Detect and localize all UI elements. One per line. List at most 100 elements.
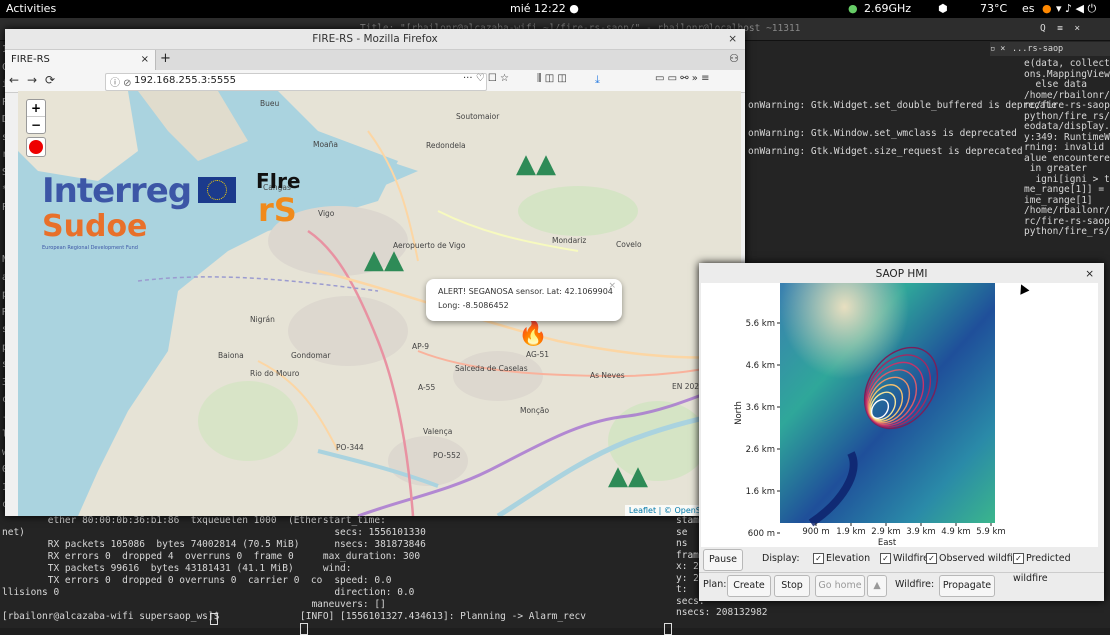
terminal-line: RX packets 105086 bytes 74002814 (70.5 M… — [2, 539, 300, 550]
pause-button[interactable]: Pause — [703, 549, 743, 571]
propagate-button[interactable]: Propagate — [939, 575, 995, 597]
checkbox-predicted-wildfire[interactable]: ✓ Predicted wildfire — [1013, 549, 1104, 589]
place-label: EN 202 — [672, 382, 700, 391]
terminal-cursor — [300, 623, 308, 635]
tree-marker-icon[interactable]: ▲▲ — [364, 245, 404, 275]
profile-icon[interactable]: ⚇ — [729, 52, 739, 65]
terminal-line: direction: 0.0 — [300, 587, 415, 598]
terminal-line: se — [676, 526, 688, 538]
plan-label: Plan: — [703, 579, 727, 590]
checkbox-icon[interactable]: ✓ — [1013, 553, 1024, 564]
close-icon[interactable]: × — [1085, 263, 1094, 285]
place-label: PO-552 — [433, 451, 461, 460]
alert-text-1: ALERT! SEGANOSA sensor. Lat: 42.1069904 — [438, 287, 613, 296]
place-label: Salceda de Caselas — [455, 364, 528, 373]
go-home-arrow-icon[interactable]: ▲ — [867, 575, 887, 597]
leaflet-link[interactable]: Leaflet — [629, 506, 656, 515]
checkbox-observed-wildfire[interactable]: ✓ Observed wildfire — [926, 549, 1022, 569]
clock[interactable]: mié 12:22 ● — [510, 2, 579, 15]
terminal-line: RX errors 0 dropped 4 overruns 0 frame 0 — [2, 551, 294, 562]
tab-fire-rs[interactable]: FIRE-RS × — [5, 50, 156, 70]
place-label: Vigo — [318, 209, 335, 218]
x-axis-label: East — [878, 538, 897, 547]
checkbox-icon[interactable]: ✓ — [813, 553, 824, 564]
fire-marker-icon[interactable]: 🔥 — [518, 319, 548, 347]
x-tick-label: 2.9 km — [871, 527, 900, 537]
place-label: Rio do Mouro — [250, 369, 300, 378]
cpu-freq: 2.69GHz — [864, 2, 912, 15]
language[interactable]: es — [1022, 2, 1035, 15]
place-label: A-55 — [418, 383, 436, 392]
activities-button[interactable]: Activities — [6, 2, 56, 15]
url-bar[interactable]: ⓘ ⊘ 192.168.255.3:5555 — [105, 73, 487, 91]
terminal-line: TX packets 99616 bytes 43181431 (41.1 Mi… — [2, 563, 294, 574]
search-icon[interactable]: Q ≡ × — [1040, 23, 1080, 35]
logo-sudoe: Sudoe — [42, 209, 148, 244]
terminal-line: max_duration: 300 — [300, 551, 421, 562]
place-label: Bueu — [260, 99, 280, 108]
y-tick-label: 3.6 km — [746, 403, 775, 413]
terminal-subtab[interactable]: ▫ × ...rs-saop — [990, 42, 1110, 56]
place-label: Moaña — [313, 140, 339, 149]
place-label: PO-344 — [336, 443, 364, 452]
terminal-line: speed: 0.0 — [300, 575, 392, 586]
plot-area[interactable]: 5.6 km 4.6 km 3.6 km 2.6 km 1.6 km 600 m 900 … — [701, 283, 1098, 548]
tab-close-icon[interactable]: × — [141, 50, 149, 70]
alert-popup: ALERT! SEGANOSA sensor. Lat: 42.1069904 … — [426, 279, 622, 321]
checkbox-icon[interactable]: ✓ — [880, 553, 891, 564]
place-label: AG-51 — [526, 350, 550, 359]
record-icon — [29, 140, 43, 154]
tree-marker-icon[interactable]: ▲▲ — [516, 149, 556, 179]
zoom-out-button[interactable]: − — [27, 117, 45, 133]
url-text[interactable]: 192.168.255.3:5555 — [134, 75, 236, 86]
terminal-line: stam — [676, 515, 699, 526]
forward-button[interactable]: → — [27, 73, 37, 87]
temperature: 73°C — [980, 2, 1008, 15]
terminal-line: llisions 0 — [2, 587, 60, 598]
place-label: Nigrán — [250, 315, 275, 324]
eu-flag-icon — [198, 177, 236, 203]
popup-close-icon[interactable]: × — [608, 281, 616, 291]
logo-rs: rS — [258, 191, 297, 229]
info-icon[interactable]: ⓘ ⊘ — [110, 74, 132, 89]
terminal-cursor — [210, 613, 218, 625]
map-view[interactable]: Bueu Moaña Soutomaior Redondela Cangas Vigo Mo… — [18, 91, 741, 516]
checkbox-elevation[interactable]: ✓ Elevation — [813, 549, 870, 569]
stop-button[interactable]: Stop — [774, 575, 810, 597]
library-icon[interactable]: ⫼ ◫ ◫ — [537, 73, 567, 84]
checkbox-wildfire[interactable]: ✓ Wildfire — [880, 549, 929, 569]
place-label: Soutomaior — [456, 112, 500, 121]
checkbox-label: Wildfire — [893, 553, 930, 564]
checkbox-icon[interactable]: ✓ — [926, 553, 937, 564]
logo-interreg: Interreg — [42, 171, 192, 211]
y-tick-label: 600 m — [748, 529, 775, 539]
y-tick-label: 1.6 km — [746, 487, 775, 497]
create-button[interactable]: Create — [727, 575, 771, 597]
download-icon[interactable]: ⤓ — [595, 73, 600, 87]
tray-icon: ⬢ — [938, 2, 948, 15]
y-tick-label: 2.6 km — [746, 445, 775, 455]
system-tray-icons[interactable]: ▾ ♪ ◀ ⏻ — [1056, 2, 1096, 16]
page-actions-icon[interactable]: ··· ♡ ☐ ☆ — [463, 73, 509, 84]
warn-line: onWarning: Gtk.Widget.set_double_buffere… — [748, 100, 1057, 111]
back-button[interactable]: ← — [9, 73, 19, 87]
elevation-plot[interactable]: 5.6 km 4.6 km 3.6 km 2.6 km 1.6 km 600 m 900 … — [701, 283, 1098, 548]
wildfire-label: Wildfire: — [895, 579, 935, 590]
zoom-in-button[interactable]: + — [27, 100, 45, 117]
close-icon[interactable]: × — [728, 29, 737, 49]
firefox-titlebar: FIRE-RS - Mozilla Firefox × — [5, 29, 745, 50]
saop-hmi-window: SAOP HMI × ⌂ ← → ✥ ⚲ ☰ 🖫 — [699, 263, 1104, 601]
new-tab-button[interactable]: + — [160, 51, 171, 66]
checkbox-label: Observed wildfire — [939, 553, 1023, 564]
record-button[interactable] — [26, 137, 46, 157]
map-canvas[interactable] — [18, 91, 741, 516]
toolbar-extensions-icon[interactable]: ▭ ▭ ⚯ » ≡ — [655, 73, 710, 84]
y-tick-label: 5.6 km — [746, 319, 775, 329]
place-label: Redondela — [426, 141, 466, 150]
go-home-button[interactable]: Go home — [815, 575, 865, 597]
reload-button[interactable]: ⟳ — [45, 73, 55, 87]
terminal-line: python/fire_rs/g — [1024, 226, 1110, 237]
warn-line: onWarning: Gtk.Widget.size_request is de… — [748, 146, 1023, 157]
tree-marker-icon[interactable]: ▲▲ — [608, 461, 648, 491]
x-tick-label: 1.9 km — [836, 527, 865, 537]
